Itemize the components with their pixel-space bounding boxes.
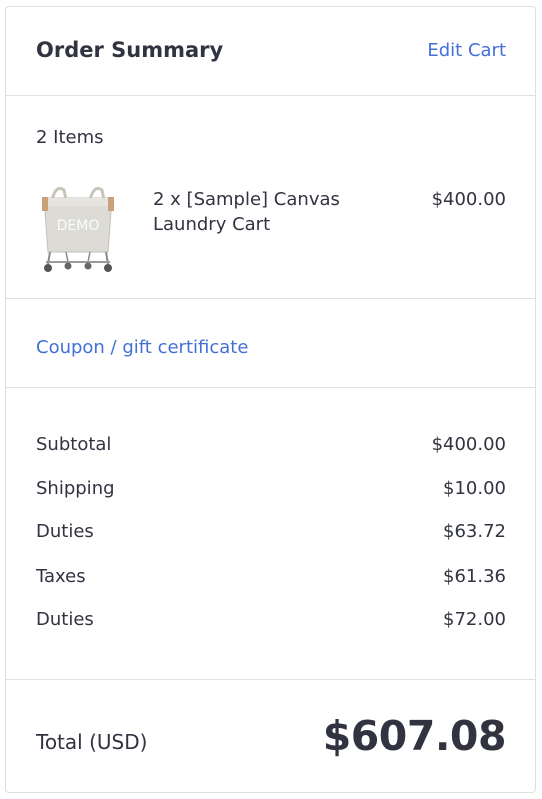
line-value: $63.72	[443, 521, 506, 542]
order-summary-title: Order Summary	[36, 38, 224, 62]
line-value: $72.00	[443, 609, 506, 630]
cart-item-name: 2 x [Sample] Canvas Laundry Cart	[153, 189, 340, 235]
total-value: $607.08	[322, 712, 507, 760]
edit-cart-link[interactable]: Edit Cart	[427, 40, 506, 61]
line-label: Subtotal	[36, 434, 112, 455]
coupon-gift-certificate-link[interactable]: Coupon / gift certificate	[36, 337, 248, 358]
duties-row: Duties $63.72	[36, 521, 506, 545]
order-summary-card: Order Summary Edit Cart 2 Items DEMO 2 x…	[5, 6, 536, 793]
line-label: Shipping	[36, 478, 115, 499]
cart-item-price: $400.00	[431, 189, 506, 210]
line-label: Taxes	[36, 566, 86, 587]
divider	[6, 679, 535, 680]
shipping-row: Shipping $10.00	[36, 478, 506, 502]
taxes-row: Taxes $61.36	[36, 566, 506, 590]
line-value: $10.00	[443, 478, 506, 499]
subtotal-row: Subtotal $400.00	[36, 434, 506, 458]
laundry-cart-image: DEMO	[42, 186, 114, 272]
items-count: 2 Items	[36, 127, 104, 148]
total-label: Total (USD)	[36, 730, 148, 754]
divider	[6, 387, 535, 388]
divider	[6, 298, 535, 299]
duties-row: Duties $72.00	[36, 609, 506, 633]
line-label: Duties	[36, 609, 94, 630]
line-label: Duties	[36, 521, 94, 542]
line-value: $400.00	[431, 434, 506, 455]
demo-watermark: DEMO	[57, 218, 100, 234]
divider	[6, 95, 535, 96]
line-value: $61.36	[443, 566, 506, 587]
